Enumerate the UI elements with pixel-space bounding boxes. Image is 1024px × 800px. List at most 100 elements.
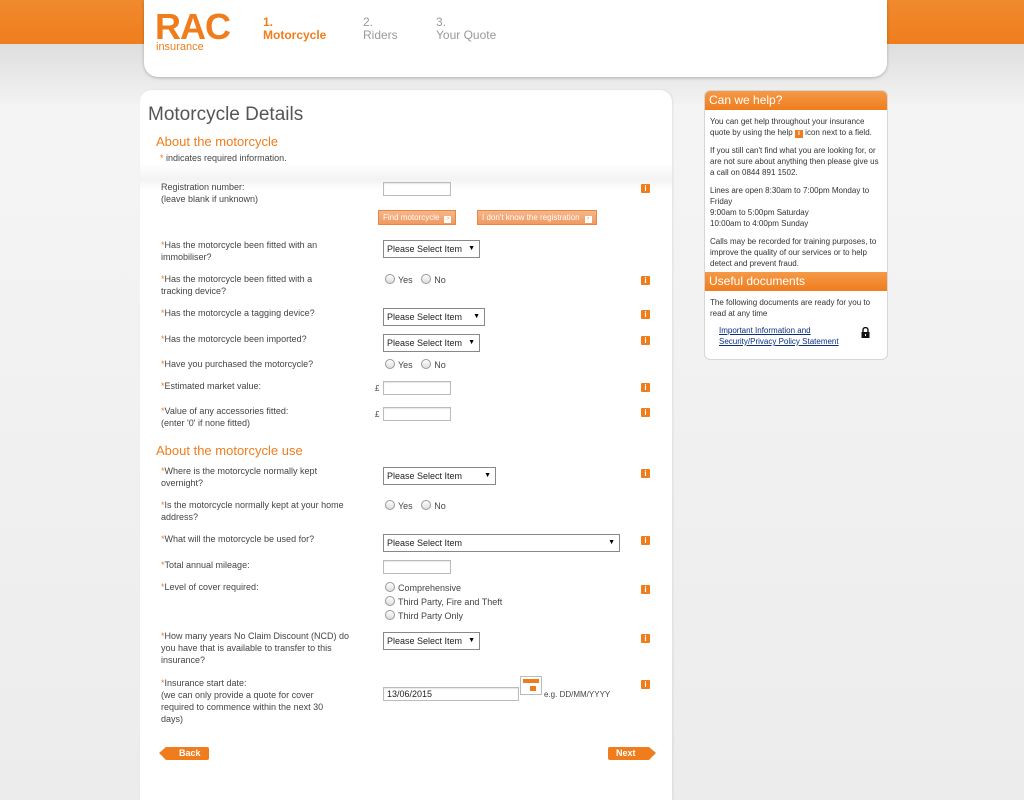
imported-select-value: Please Select Item [387, 338, 463, 348]
immobiliser-select[interactable]: Please Select Item ▼ [383, 240, 480, 258]
cover-radio-group: Comprehensive Third Party, Fire and Thef… [385, 581, 502, 623]
kept-overnight-select[interactable]: Please Select Item ▼ [383, 467, 496, 485]
ncd-select-value: Please Select Item [387, 636, 463, 646]
dropdown-arrow-icon: ▼ [473, 313, 480, 320]
back-button-label: Back [179, 748, 201, 758]
next-button[interactable]: Next [608, 747, 655, 760]
opening-hours: Lines are open 8:30am to 7:00pm Monday t… [705, 185, 887, 229]
calendar-icon[interactable] [520, 676, 542, 695]
purchased-no-option[interactable]: No [421, 359, 446, 370]
required-note-text: indicates required information. [163, 153, 287, 163]
find-motorcycle-label: Find motorcycle [383, 213, 440, 222]
cover-tpft-radio[interactable] [385, 596, 395, 606]
kept-home-yes-label: Yes [398, 501, 413, 511]
market-value-label: *Estimated market value: [161, 380, 361, 392]
tracking-yes-label: Yes [398, 275, 413, 285]
imported-select[interactable]: Please Select Item ▼ [383, 334, 480, 352]
accessories-input[interactable] [383, 407, 451, 421]
rac-logo[interactable]: RAC [155, 9, 231, 45]
find-motorcycle-button[interactable]: Find motorcycle › [378, 210, 457, 225]
tracking-label: *Has the motorcycle been fitted with a t… [161, 273, 341, 297]
tracking-help-icon[interactable]: i [641, 276, 650, 285]
accessories-currency: £ [375, 410, 380, 419]
back-button[interactable]: Back [159, 747, 209, 760]
purchased-label: *Have you purchased the motorcycle? [161, 358, 351, 370]
step-riders: 2. Riders [363, 16, 398, 42]
step-label: Riders [363, 28, 398, 42]
ncd-select[interactable]: Please Select Item ▼ [383, 632, 480, 650]
step-motorcycle: 1. Motorcycle [263, 16, 326, 42]
privacy-policy-link[interactable]: Important Information and Security/Priva… [719, 325, 839, 347]
mileage-input[interactable] [383, 560, 451, 574]
unknown-registration-button[interactable]: I don't know the registration › [477, 210, 597, 225]
tracking-no-label: No [434, 275, 446, 285]
market-value-input[interactable] [383, 381, 451, 395]
kept-home-yes-option[interactable]: Yes [385, 500, 413, 511]
registration-help-icon[interactable]: i [641, 184, 650, 193]
accessories-label-text: Value of any accessories fitted: [164, 406, 289, 416]
tagging-select[interactable]: Please Select Item ▼ [383, 308, 485, 326]
cover-tpo-label: Third Party Only [398, 611, 464, 621]
cover-comprehensive-radio[interactable] [385, 582, 395, 592]
section-heading-motorcycle-use: About the motorcycle use [156, 443, 303, 458]
purchased-yes-option[interactable]: Yes [385, 359, 413, 370]
recording-notice: Calls may be recorded for training purpo… [710, 237, 877, 268]
purchased-yes-radio[interactable] [385, 359, 395, 369]
info-icon: i [794, 130, 803, 138]
help-sidebar: Can we help? You can get help throughout… [704, 90, 888, 360]
kept-overnight-select-value: Please Select Item [387, 471, 463, 481]
tracking-yes-radio[interactable] [385, 274, 395, 284]
kept-home-no-option[interactable]: No [421, 500, 446, 511]
start-date-label-line1: *Insurance start date: [161, 677, 341, 689]
tagging-help-icon[interactable]: i [641, 310, 650, 319]
step-label: Motorcycle [263, 28, 327, 42]
kept-home-yes-radio[interactable] [385, 500, 395, 510]
start-date-label-line2: (we can only provide a quote for cover r… [161, 690, 324, 724]
market-value-label-text: Estimated market value: [164, 381, 262, 391]
step-your-quote: 3. Your Quote [436, 16, 496, 42]
privacy-link-line2: Security/Privacy Policy Statement [719, 337, 839, 346]
start-date-help-icon[interactable]: i [641, 680, 650, 689]
usage-label: *What will the motorcycle be used for? [161, 533, 361, 545]
dropdown-arrow-icon: ▼ [484, 472, 491, 479]
help-text-end: icon next to a field. [802, 128, 872, 137]
tracking-no-option[interactable]: No [421, 274, 446, 285]
documents-panel-title: Useful documents [705, 272, 887, 291]
cover-option-tpo[interactable]: Third Party Only [385, 609, 502, 623]
market-value-help-icon[interactable]: i [641, 383, 650, 392]
dropdown-arrow-icon: ▼ [468, 245, 475, 252]
usage-select-value: Please Select Item [387, 538, 463, 548]
cover-tpo-radio[interactable] [385, 610, 395, 620]
hours-sunday: 10:00am to 4:00pm Sunday [710, 219, 809, 228]
registration-label: Registration number: (leave blank if unk… [161, 181, 361, 205]
help-paragraph: You can get help throughout your insuran… [705, 116, 887, 138]
ncd-help-icon[interactable]: i [641, 634, 650, 643]
tracking-no-radio[interactable] [421, 274, 432, 284]
immobiliser-label: *Has the motorcycle been fitted with an … [161, 239, 341, 263]
cover-tpft-label: Third Party, Fire and Theft [398, 597, 503, 607]
hours-weekday: Lines are open 8:30am to 7:00pm Monday t… [710, 186, 870, 206]
kept-overnight-label-text: Where is the motorcycle normally kept ov… [161, 466, 318, 488]
ncd-label-text: How many years No Claim Discount (NCD) d… [161, 631, 350, 665]
usage-select[interactable]: Please Select Item ▼ [383, 534, 620, 552]
kept-overnight-help-icon[interactable]: i [641, 469, 650, 478]
accessories-label-line1: *Value of any accessories fitted: [161, 405, 361, 417]
imported-help-icon[interactable]: i [641, 336, 650, 345]
help-contact-paragraph: If you still can't find what you are loo… [710, 146, 879, 177]
accessories-help-icon[interactable]: i [641, 408, 650, 417]
registration-input[interactable] [383, 182, 451, 196]
kept-home-radio-group: Yes No [385, 500, 452, 511]
chevron-right-icon: › [584, 216, 592, 223]
cover-option-comprehensive[interactable]: Comprehensive [385, 581, 502, 595]
section-heading-motorcycle: About the motorcycle [156, 134, 279, 149]
date-format-hint: e.g. DD/MM/YYYY [544, 690, 611, 699]
next-button-label: Next [616, 748, 636, 758]
usage-help-icon[interactable]: i [641, 536, 650, 545]
cover-option-tpft[interactable]: Third Party, Fire and Theft [385, 595, 502, 609]
kept-overnight-label: *Where is the motorcycle normally kept o… [161, 465, 341, 489]
start-date-input[interactable] [383, 687, 519, 701]
cover-help-icon[interactable]: i [641, 585, 650, 594]
tracking-yes-option[interactable]: Yes [385, 274, 413, 285]
purchased-no-radio[interactable] [421, 359, 432, 369]
kept-home-no-radio[interactable] [421, 500, 432, 510]
